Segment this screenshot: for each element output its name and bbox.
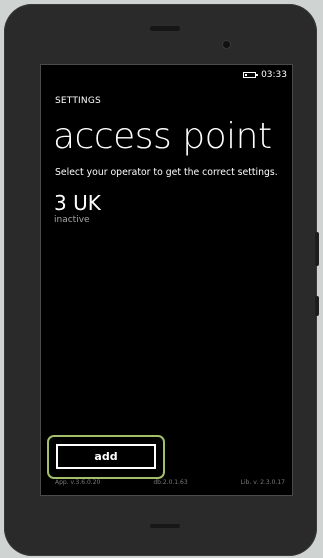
battery-icon [243,72,259,78]
operator-list-item[interactable]: 3 UK inactive [54,191,101,225]
page-title: access point [53,116,272,157]
status-bar: 03:33 [243,69,287,81]
add-button[interactable]: add [56,444,156,469]
app-version: App. v.3.6.0.20 [55,479,101,486]
status-time: 03:33 [261,70,287,80]
version-footer: App. v.3.6.0.20 db.2.0.1.63 Lib. v. 2.3.… [55,479,285,486]
volume-button [315,232,319,266]
phone-device: 03:33 SETTINGS access point Select your … [4,4,319,556]
home-indicator [150,524,180,528]
page-background: 03:33 SETTINGS access point Select your … [0,0,323,558]
app-title: SETTINGS [55,96,101,106]
lib-version: Lib. v. 2.3.0.17 [240,479,285,486]
phone-screen: 03:33 SETTINGS access point Select your … [41,65,292,495]
operator-status: inactive [54,215,90,225]
page-subtitle: Select your operator to get the correct … [55,167,278,178]
power-button [315,296,319,316]
earpiece-icon [150,26,180,31]
camera-icon [223,41,230,48]
db-version: db.2.0.1.63 [153,479,188,486]
operator-name: 3 UK [54,191,101,215]
